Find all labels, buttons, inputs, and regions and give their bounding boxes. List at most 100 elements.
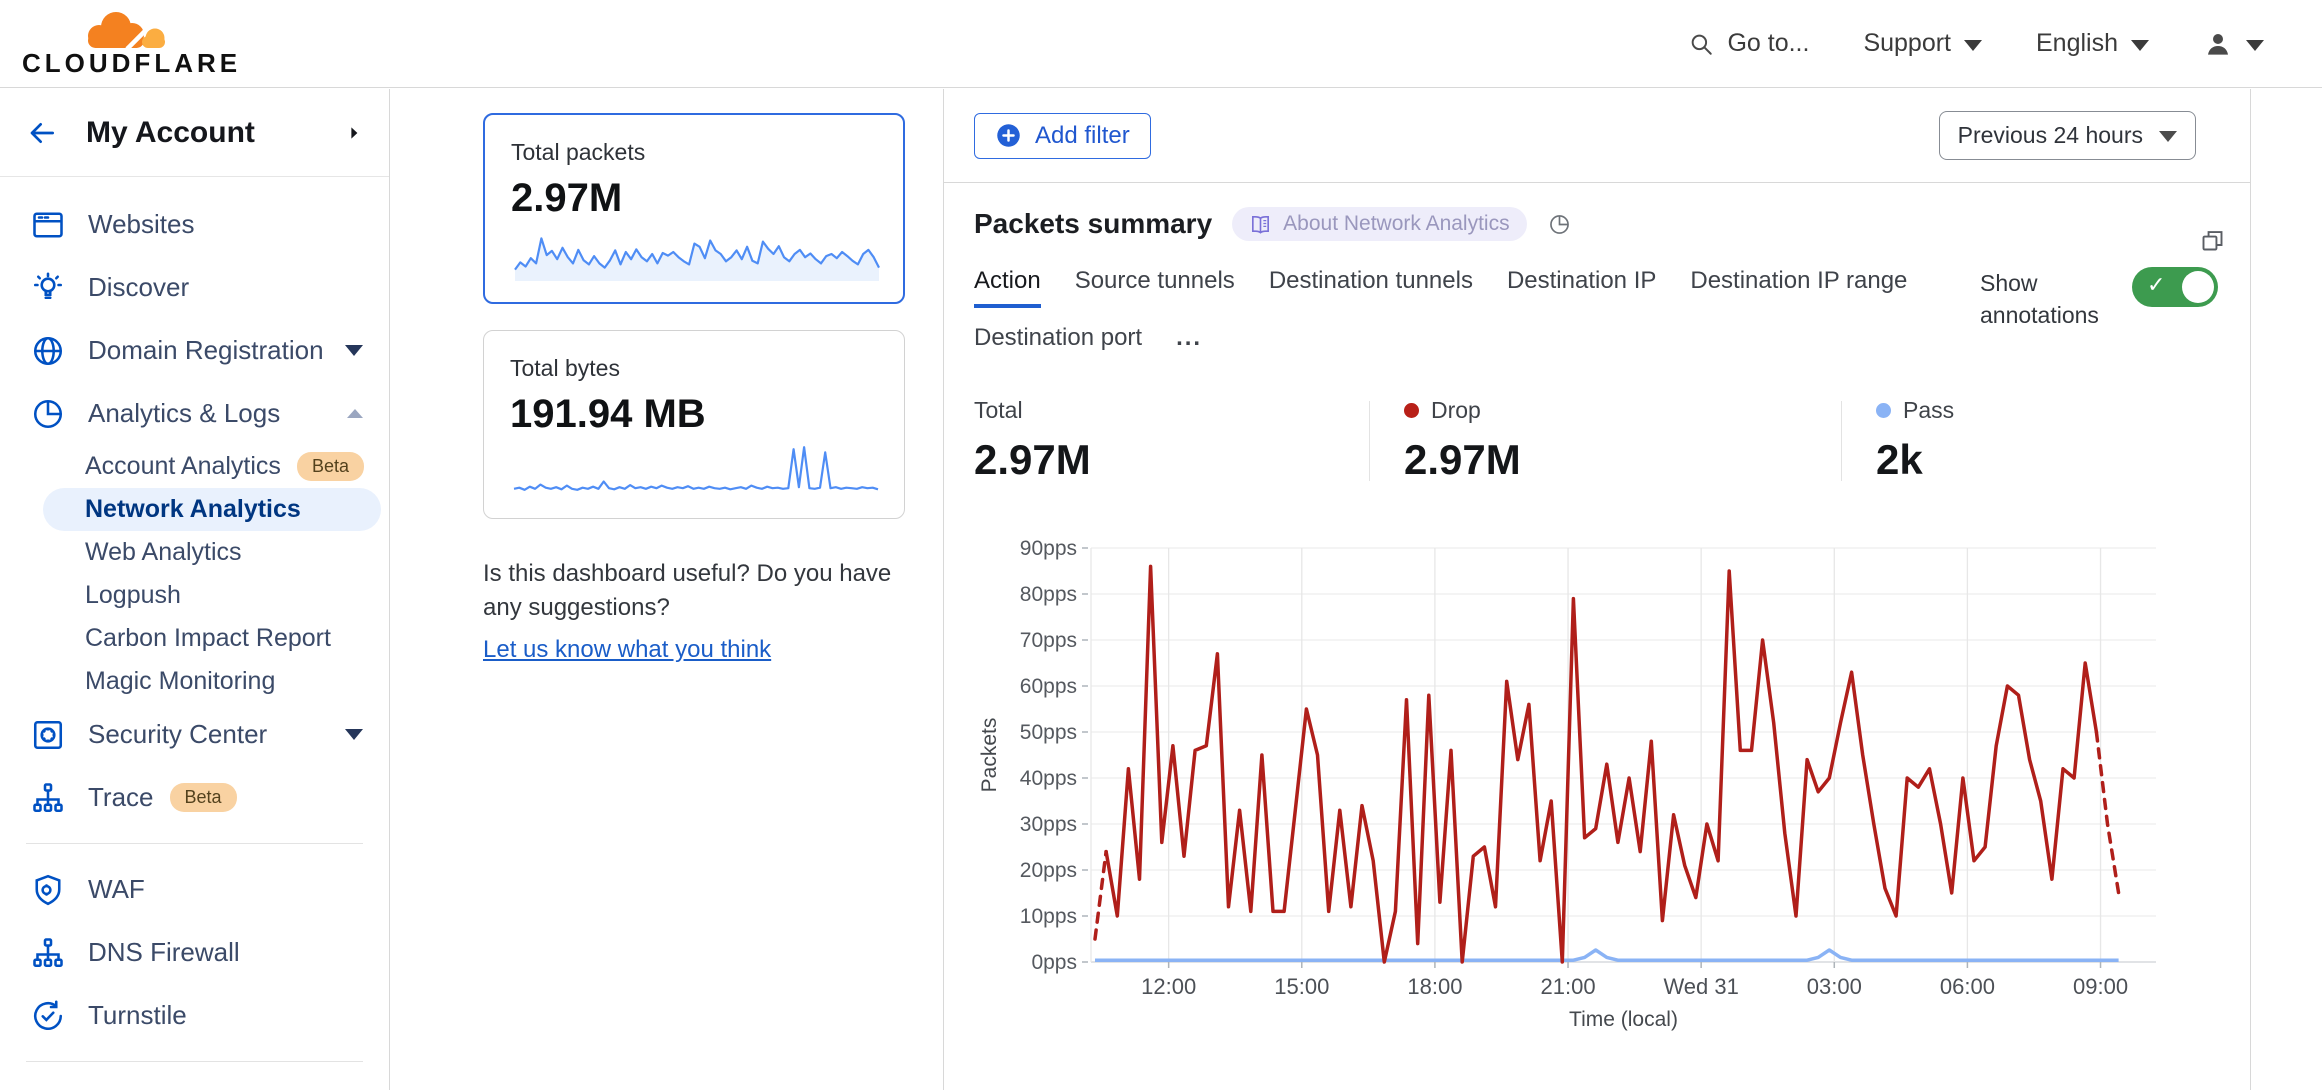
dimension-tabs: Action Source tunnels Destination tunnels D… <box>974 267 1980 365</box>
drop-series-dashed-lead <box>1095 852 1106 939</box>
tab-more[interactable]: ... <box>1176 324 1202 365</box>
sidebar-item-label: Turnstile <box>88 1000 187 1031</box>
sidebar-item-label: Logpush <box>85 581 181 610</box>
summary-card-total-packets[interactable]: Total packets 2.97M <box>483 113 905 304</box>
show-annotations-label: Show annotations <box>1980 267 2106 331</box>
globe-icon <box>30 333 66 369</box>
chevron-up-icon <box>347 409 363 418</box>
svg-text:70pps: 70pps <box>1020 629 1077 652</box>
sidebar-item-network-analytics[interactable]: Network Analytics <box>43 488 381 531</box>
shield-icon <box>30 872 66 908</box>
svg-text:18:00: 18:00 <box>1407 974 1462 999</box>
sidebar-divider <box>26 843 363 844</box>
tab-destination-ip-range[interactable]: Destination IP range <box>1690 267 1907 308</box>
badge-label: About Network Analytics <box>1283 212 1509 236</box>
stat-value: 2.97M <box>1404 436 1841 484</box>
sidebar-item-dns-firewall[interactable]: DNS Firewall <box>0 921 389 984</box>
time-period-pie-icon[interactable] <box>1547 212 1572 237</box>
sidebar-item-magic-monitoring[interactable]: Magic Monitoring <box>43 660 381 703</box>
sparkline <box>511 221 883 285</box>
cloudflare-dashboard: CLOUDFLARE Go to... Support English <box>0 0 2322 1090</box>
time-range-dropdown[interactable]: Previous 24 hours <box>1939 111 2196 160</box>
stat-label: Drop <box>1404 397 1841 424</box>
sidebar-item-label: Discover <box>88 272 189 303</box>
sidebar-item-websites[interactable]: Websites <box>0 193 389 256</box>
tabs-row: Action Source tunnels Destination tunnels D… <box>974 267 2220 365</box>
card-title: Total bytes <box>510 355 878 382</box>
svg-text:30pps: 30pps <box>1020 813 1077 836</box>
card-value: 2.97M <box>511 176 877 221</box>
feedback-block: Is this dashboard useful? Do you have an… <box>483 557 933 667</box>
sidebar-item-turnstile[interactable]: Turnstile <box>0 984 389 1047</box>
summary-card-total-bytes[interactable]: Total bytes191.94 MB <box>483 330 905 519</box>
sidebar-item-discover[interactable]: Discover <box>0 256 389 319</box>
svg-text:50pps: 50pps <box>1020 721 1077 744</box>
stat-value: 2k <box>1876 436 2176 484</box>
svg-text:60pps: 60pps <box>1020 675 1077 698</box>
language-menu[interactable]: English <box>2036 29 2149 58</box>
x-axis-title: Time (local) <box>1569 1008 1678 1031</box>
svg-text:40pps: 40pps <box>1020 767 1077 790</box>
back-arrow-icon[interactable] <box>26 117 58 149</box>
sidebar-item-web-analytics[interactable]: Web Analytics <box>43 531 381 574</box>
expand-panel-icon[interactable] <box>2199 227 2226 254</box>
sidebar-item-waf[interactable]: WAF <box>0 858 389 921</box>
sidebar-item-security-center[interactable]: Security Center <box>0 703 389 766</box>
chevron-down-icon <box>2131 40 2149 51</box>
drop-series-dashed-tail <box>2096 732 2118 893</box>
chevron-down-icon <box>1964 40 1982 51</box>
svg-text:06:00: 06:00 <box>1940 974 1995 999</box>
search-icon <box>1688 31 1714 57</box>
stat-pass: Pass2k <box>1876 397 2176 484</box>
packets-line-chart[interactable]: 0pps10pps20pps30pps40pps50pps60pps70pps8… <box>974 530 2221 1040</box>
card-title: Total packets <box>511 139 877 166</box>
tab-action[interactable]: Action <box>974 267 1041 308</box>
y-axis-title: Packets <box>978 718 1001 793</box>
time-range-label: Previous 24 hours <box>1958 122 2143 149</box>
feedback-question: Is this dashboard useful? Do you have an… <box>483 557 933 625</box>
turnstile-icon <box>30 998 66 1034</box>
sidebar-item-carbon-impact-report[interactable]: Carbon Impact Report <box>43 617 381 660</box>
chevron-right-icon[interactable] <box>345 124 363 142</box>
account-name: My Account <box>86 116 255 150</box>
sidebar-item-analytics-logs[interactable]: Analytics & Logs <box>0 382 389 445</box>
language-label: English <box>2036 29 2118 58</box>
go-to-search[interactable]: Go to... <box>1688 29 1809 58</box>
tab-source-tunnels[interactable]: Source tunnels <box>1075 267 1235 308</box>
sidebar-item-domain-registration[interactable]: Domain Registration <box>0 319 389 382</box>
account-menu[interactable] <box>2203 29 2264 59</box>
filter-toolbar: Add filter Previous 24 hours <box>944 89 2250 183</box>
section-heading-row: Packets summary About Network Analytics <box>974 207 2220 241</box>
packets-chart[interactable]: 0pps10pps20pps30pps40pps50pps60pps70pps8… <box>974 530 2220 1045</box>
analytics-panel: Add filter Previous 24 hours Packets sum… <box>943 89 2251 1090</box>
feedback-link[interactable]: Let us know what you think <box>483 633 771 667</box>
drop-series-line <box>1106 566 2096 962</box>
show-annotations-toggle[interactable]: ✓ <box>2132 267 2218 307</box>
tab-destination-ip[interactable]: Destination IP <box>1507 267 1656 308</box>
stat-drop: Drop 2.97M <box>1404 397 1841 484</box>
sidebar-item-label: Domain Registration <box>88 335 324 366</box>
sidebar-item-trace[interactable]: TraceBeta <box>0 766 389 829</box>
about-network-analytics-badge[interactable]: About Network Analytics <box>1232 207 1526 241</box>
sidebar-item-extra[interactable] <box>0 1076 389 1090</box>
sidebar-item-logpush[interactable]: Logpush <box>43 574 381 617</box>
lightbulb-icon <box>30 270 66 306</box>
sidebar-item-label: Magic Monitoring <box>85 667 275 696</box>
toggle-knob <box>2182 271 2214 303</box>
sidebar-item-label: Carbon Impact Report <box>85 624 331 653</box>
tab-destination-port[interactable]: Destination port <box>974 324 1142 365</box>
support-menu[interactable]: Support <box>1863 29 1982 58</box>
stat-value: 2.97M <box>974 436 1369 484</box>
svg-text:Wed 31: Wed 31 <box>1663 974 1738 999</box>
svg-text:0pps: 0pps <box>1031 951 1077 974</box>
svg-text:21:00: 21:00 <box>1541 974 1596 999</box>
user-icon <box>2203 29 2233 59</box>
sidebar-item-label: DNS Firewall <box>88 937 240 968</box>
analytics-icon <box>30 396 66 432</box>
svg-text:09:00: 09:00 <box>2073 974 2128 999</box>
sidebar-item-label: WAF <box>88 874 145 905</box>
add-filter-button[interactable]: Add filter <box>974 113 1151 159</box>
tab-destination-tunnels[interactable]: Destination tunnels <box>1269 267 1473 308</box>
cloudflare-logo[interactable]: CLOUDFLARE <box>22 8 241 79</box>
sidebar-item-account-analytics[interactable]: Account AnalyticsBeta <box>43 445 381 488</box>
